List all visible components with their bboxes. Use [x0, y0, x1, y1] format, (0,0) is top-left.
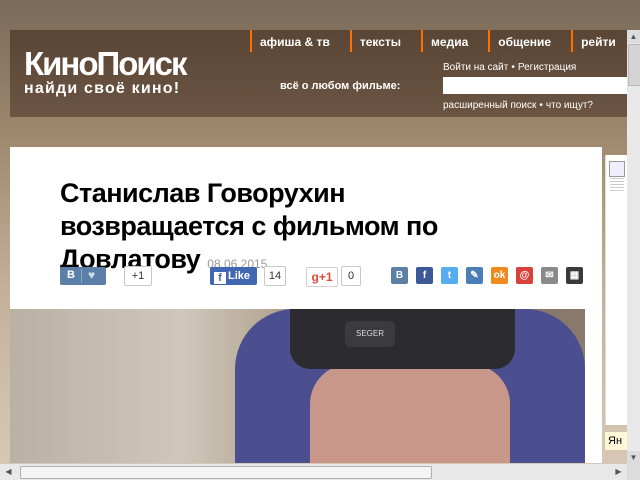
- scroll-down-icon[interactable]: ▼: [627, 451, 640, 464]
- google-plus-counter: 0: [341, 266, 361, 286]
- grid-icon: [610, 177, 624, 191]
- facebook-like-button[interactable]: f Like: [210, 267, 257, 285]
- scroll-left-icon[interactable]: ◀: [2, 464, 15, 480]
- divider: [81, 269, 82, 283]
- horizontal-scroll-thumb[interactable]: [20, 466, 432, 479]
- heart-icon: ♥: [88, 268, 96, 282]
- vkontakte-share-icon[interactable]: B: [391, 267, 408, 284]
- panel-icon[interactable]: [609, 161, 625, 177]
- nav-item-community[interactable]: общение: [488, 30, 571, 52]
- search-tagline: всё о любом фильме:: [280, 80, 401, 92]
- search-links: расширенный поиск • что ищут?: [443, 100, 593, 111]
- login-link[interactable]: Войти на сайт: [443, 62, 508, 73]
- advanced-search-link[interactable]: расширенный поиск: [443, 100, 536, 111]
- main-nav: афиша & тв тексты медиа общение рейти: [250, 30, 636, 52]
- photo-face: [310, 364, 510, 463]
- scroll-right-icon[interactable]: ▶: [612, 464, 625, 480]
- email-share-icon[interactable]: ✉: [541, 267, 558, 284]
- site-logo[interactable]: КиноПоиск: [24, 47, 188, 80]
- vk-like-button[interactable]: B ♥: [60, 267, 106, 285]
- bullet-separator: •: [539, 100, 543, 111]
- facebook-share-icon[interactable]: f: [416, 267, 433, 284]
- vertical-scroll-thumb[interactable]: [628, 44, 640, 86]
- facebook-icon: f: [214, 272, 226, 284]
- bullet-separator: •: [511, 62, 515, 73]
- horizontal-scrollbar[interactable]: ◀ ▶: [0, 464, 627, 480]
- qrcode-share-icon[interactable]: ▦: [566, 267, 583, 284]
- nav-item-texts[interactable]: тексты: [349, 30, 421, 52]
- vertical-scrollbar[interactable]: ▲ ▼: [627, 30, 640, 464]
- hat-logo: SEGER: [345, 321, 395, 347]
- facebook-like-label: Like: [228, 270, 251, 282]
- scroll-up-icon[interactable]: ▲: [627, 30, 640, 43]
- moimir-share-icon[interactable]: @: [516, 267, 533, 284]
- twitter-share-icon[interactable]: t: [441, 267, 458, 284]
- vk-logo-icon: B: [67, 269, 75, 281]
- share-bar: B ♥ +1 f Like 14 g+1 0 B f t ✎ ok @ ✉ ▦: [60, 265, 590, 287]
- scrollbar-corner: [627, 464, 640, 480]
- side-panel: [605, 155, 628, 425]
- photo-hat: [290, 309, 515, 369]
- register-link[interactable]: Регистрация: [518, 62, 576, 73]
- article-card: Станислав Говорухин возвращается с фильм…: [10, 147, 602, 463]
- what-search-link[interactable]: что ищут?: [546, 100, 593, 111]
- article-photo: SEGER: [10, 309, 585, 463]
- share-icons: B f t ✎ ok @ ✉ ▦: [391, 267, 583, 284]
- odnoklassniki-share-icon[interactable]: ok: [491, 267, 508, 284]
- facebook-like-counter: 14: [264, 266, 286, 286]
- site-header: КиноПоиск найди своё кино! афиша & тв те…: [10, 30, 630, 117]
- google-plus-button[interactable]: g+1: [306, 267, 338, 287]
- search-input[interactable]: [443, 77, 628, 94]
- vk-like-counter: +1: [124, 266, 152, 286]
- nav-item-media[interactable]: медиа: [421, 30, 488, 52]
- auth-links: Войти на сайт • Регистрация: [443, 62, 576, 73]
- site-slogan: найди своё кино!: [24, 80, 181, 97]
- nav-item-afisha[interactable]: афиша & тв: [250, 30, 350, 52]
- livejournal-share-icon[interactable]: ✎: [466, 267, 483, 284]
